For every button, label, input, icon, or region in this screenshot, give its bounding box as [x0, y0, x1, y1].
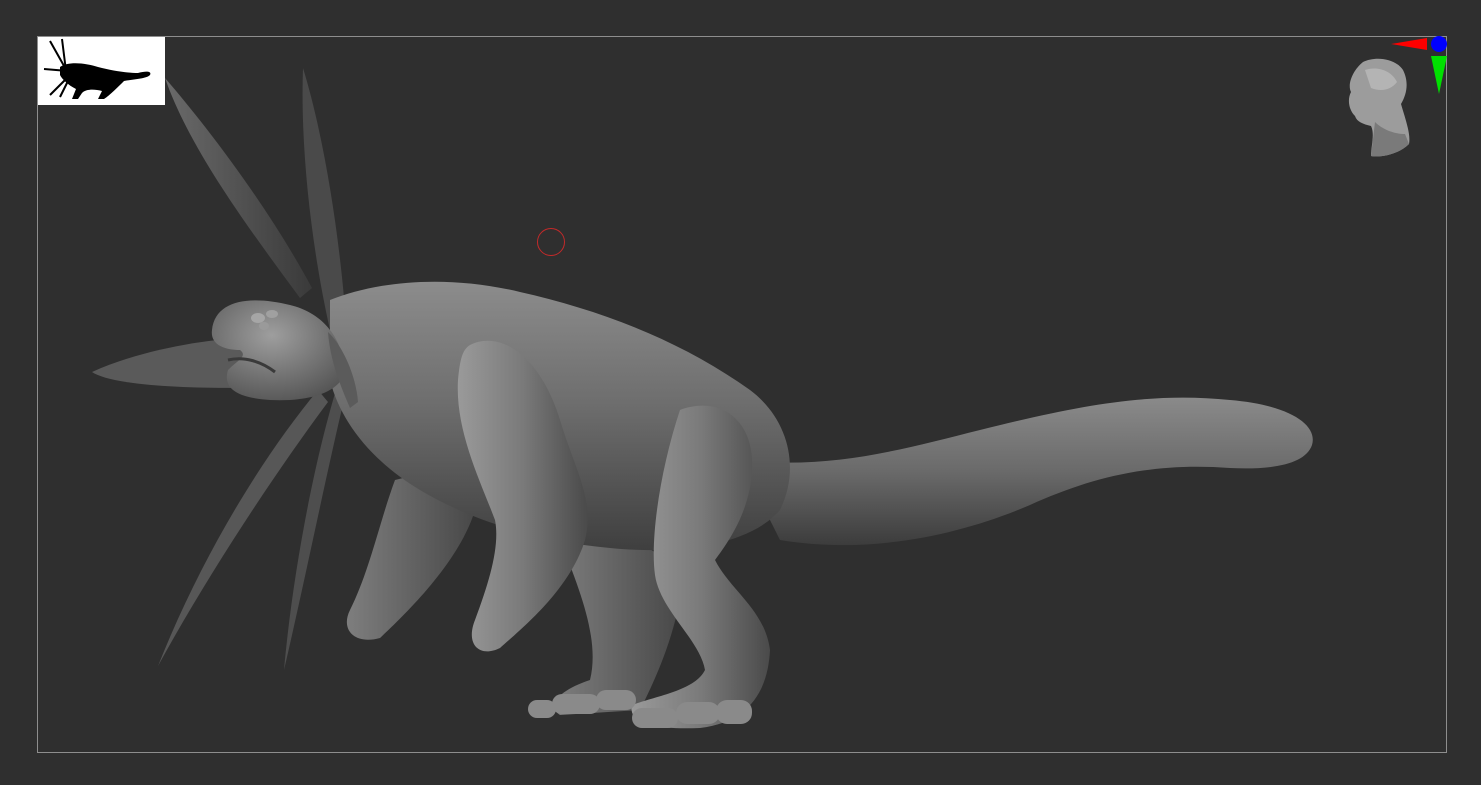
toe	[552, 694, 600, 714]
navigation-widget[interactable]	[1335, 30, 1455, 170]
creature-model[interactable]	[0, 0, 1481, 785]
head-orientation-icon[interactable]	[1335, 30, 1455, 170]
axis-z-icon[interactable]	[1431, 36, 1447, 52]
head-bump	[251, 313, 265, 323]
axis-x-icon[interactable]	[1391, 38, 1427, 50]
toe	[596, 690, 636, 710]
spike-upper-diagonal[interactable]	[165, 78, 312, 298]
toe	[676, 702, 720, 724]
document-thumbnail[interactable]	[38, 37, 165, 105]
spike-upper-vertical[interactable]	[302, 68, 346, 330]
brush-cursor-icon	[537, 228, 565, 256]
creature-silhouette-icon	[43, 38, 151, 99]
tail[interactable]	[740, 397, 1313, 546]
head-bump	[266, 310, 278, 318]
toe	[528, 700, 556, 718]
toe	[716, 700, 752, 724]
sculpt-viewport[interactable]	[0, 0, 1481, 785]
spike-lower-left[interactable]	[158, 390, 328, 666]
head-bump	[259, 322, 269, 330]
axis-y-icon[interactable]	[1431, 56, 1447, 94]
toe	[632, 708, 678, 728]
